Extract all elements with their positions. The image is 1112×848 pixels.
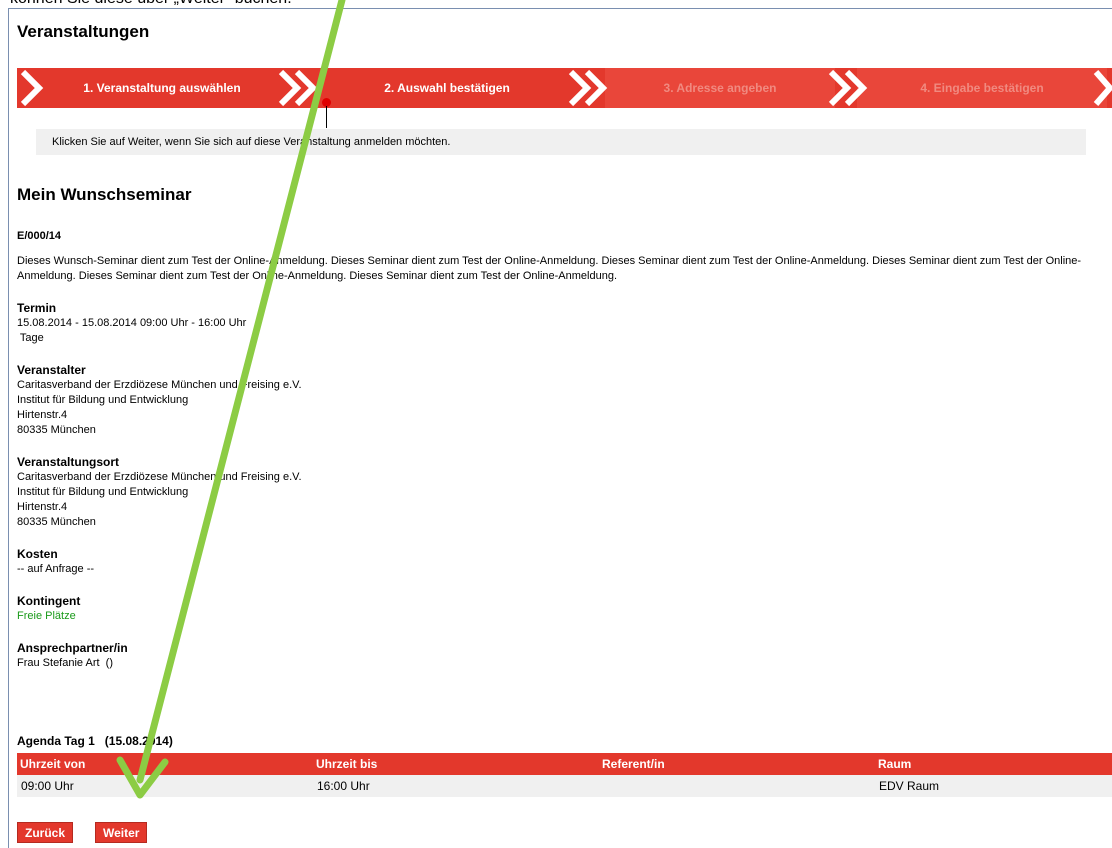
- next-button[interactable]: Weiter: [95, 822, 148, 843]
- chevron-right-icon: [568, 69, 608, 107]
- veranstalter-line: Caritasverband der Erzdiözese München un…: [17, 379, 302, 391]
- veranstaltungsort-section: Veranstaltungsort Caritasverband der Erz…: [17, 455, 1107, 530]
- seminar-details: Mein Wunschseminar E/000/14 Dieses Wunsc…: [17, 185, 1107, 671]
- caption-text: können Sie diese über „Weiter“ buchen.: [10, 0, 292, 8]
- agenda-cell: 09:00 Uhr: [17, 775, 313, 797]
- seminar-code: E/000/14: [17, 230, 62, 242]
- ansprechpartner-value: Frau Stefanie Art (): [17, 657, 113, 669]
- step-marker-line: [326, 106, 327, 128]
- veranstalter-line: Hirtenstr.4: [17, 409, 68, 421]
- termin-heading: Termin: [17, 301, 57, 315]
- agenda-header-row: Uhrzeit von Uhrzeit bis Referent/in Raum: [17, 753, 1112, 775]
- seminar-description: Dieses Wunsch-Seminar dient zum Test der…: [17, 255, 1082, 282]
- kosten-section: Kosten -- auf Anfrage --: [17, 547, 1107, 577]
- back-button[interactable]: Zurück: [17, 822, 74, 843]
- veranstalter-line: 80335 München: [17, 424, 96, 436]
- termin-days: Tage: [17, 332, 44, 344]
- veranstaltungsort-heading: Veranstaltungsort: [17, 455, 120, 469]
- kontingent-section: Kontingent Freie Plätze: [17, 594, 1107, 624]
- chevron-right-icon: [1093, 70, 1112, 106]
- termin-section: Termin 15.08.2014 - 15.08.2014 09:00 Uhr…: [17, 301, 1107, 346]
- chevron-right-icon: [278, 69, 318, 107]
- page-title: Veranstaltungen: [17, 22, 150, 41]
- info-box: Klicken Sie auf Weiter, wenn Sie sich au…: [36, 129, 1086, 155]
- termin-date: 15.08.2014 - 15.08.2014 09:00 Uhr - 16:0…: [17, 317, 247, 329]
- seminar-title: Mein Wunschseminar: [17, 185, 192, 204]
- ansprechpartner-section: Ansprechpartner/in Frau Stefanie Art (): [17, 641, 1107, 671]
- step-1: 1. Veranstaltung auswählen: [83, 81, 241, 95]
- kosten-heading: Kosten: [17, 547, 58, 561]
- agenda-cell: [599, 775, 875, 797]
- agenda-cell: 16:00 Uhr: [313, 775, 599, 797]
- kontingent-heading: Kontingent: [17, 594, 81, 608]
- veranstalter-line: Institut für Bildung und Entwicklung: [17, 394, 189, 406]
- veranstaltungsort-line: Institut für Bildung und Entwicklung: [17, 486, 189, 498]
- veranstalter-section: Veranstalter Caritasverband der Erzdiöze…: [17, 363, 1107, 438]
- step-3: 3. Adresse angeben: [605, 68, 835, 108]
- agenda-col-header: Uhrzeit von: [17, 753, 313, 775]
- agenda-col-header: Referent/in: [599, 753, 875, 775]
- ansprechpartner-heading: Ansprechpartner/in: [17, 641, 128, 655]
- agenda-title: Agenda Tag 1 (15.08.2014): [17, 734, 173, 748]
- step-4: 4. Eingabe bestätigen: [857, 68, 1107, 108]
- chevron-right-icon: [828, 69, 868, 107]
- agenda-col-header: Uhrzeit bis: [313, 753, 599, 775]
- agenda-col-header: Raum: [875, 753, 1112, 775]
- step-2: 2. Auswahl bestätigen: [384, 81, 510, 95]
- table-row: 09:00 Uhr 16:00 Uhr EDV Raum: [17, 775, 1112, 797]
- agenda-cell: EDV Raum: [875, 775, 1112, 797]
- agenda-table: Uhrzeit von Uhrzeit bis Referent/in Raum…: [17, 753, 1112, 797]
- step-progress-bar: 1. Veranstaltung auswählen 2. Auswahl be…: [17, 68, 1112, 108]
- veranstalter-heading: Veranstalter: [17, 363, 86, 377]
- kosten-value: -- auf Anfrage --: [17, 563, 95, 575]
- veranstaltungsort-line: Caritasverband der Erzdiözese München un…: [17, 471, 302, 483]
- veranstaltungsort-line: Hirtenstr.4: [17, 501, 68, 513]
- veranstaltungsort-line: 80335 München: [17, 516, 96, 528]
- chevron-right-icon: [20, 69, 44, 107]
- kontingent-value: Freie Plätze: [17, 610, 76, 622]
